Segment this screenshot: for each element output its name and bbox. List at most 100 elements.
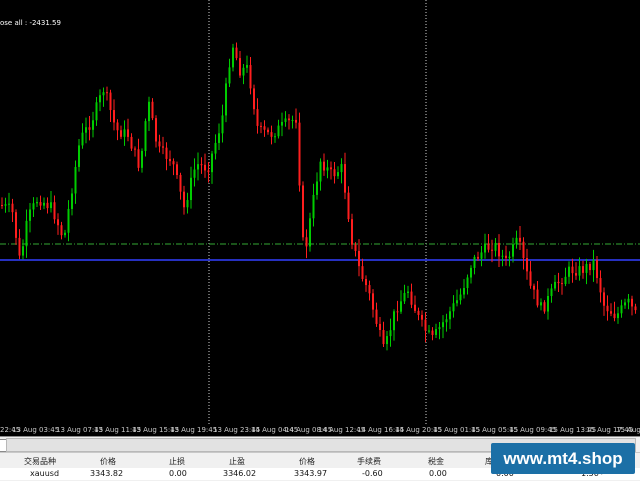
candle-body — [330, 167, 332, 170]
candle-body — [596, 260, 598, 279]
candle-body — [81, 132, 84, 146]
price-chart[interactable]: ose all : -2431.59 — [0, 0, 640, 424]
candle-body — [116, 122, 119, 131]
time-tick-label: 15 Aug 21:45 — [616, 426, 640, 434]
candle-body — [218, 133, 220, 143]
candle-body — [232, 47, 234, 68]
candle-body — [589, 263, 591, 271]
candle-body — [57, 219, 59, 226]
candle-body — [46, 202, 49, 209]
candle-body — [155, 118, 157, 142]
watermark-logo: www.mt4.shop — [491, 443, 635, 474]
candle-body — [407, 291, 409, 293]
candle-body — [326, 167, 329, 171]
candle-body — [435, 329, 437, 335]
candle-body — [319, 161, 322, 182]
candle-body — [606, 305, 609, 312]
candle-body — [585, 263, 588, 273]
candle-body — [477, 256, 479, 259]
candle-body — [8, 203, 10, 205]
candle-body — [351, 219, 353, 245]
candle-body — [393, 311, 395, 331]
candle-body — [295, 119, 297, 123]
candle-body — [64, 232, 66, 236]
candle-body — [466, 277, 469, 289]
candle-body — [127, 129, 129, 137]
candle-body — [39, 202, 42, 206]
candle-body — [627, 298, 630, 303]
col-open-price-header[interactable]: 价格 — [100, 456, 116, 467]
candle-body — [109, 92, 112, 111]
candle-body — [396, 311, 399, 313]
candle-body — [449, 311, 451, 320]
candle-body — [519, 237, 521, 242]
candle-body — [214, 142, 217, 154]
candle-body — [274, 136, 276, 138]
candle-body — [494, 242, 497, 251]
candle-body — [239, 58, 241, 76]
candle-body — [267, 129, 269, 133]
cell-stop-loss[interactable]: 0.00 — [169, 469, 187, 478]
candle-body — [95, 102, 98, 121]
candle-body — [120, 130, 122, 137]
candle-body — [403, 292, 406, 302]
candle-body — [123, 129, 126, 137]
candle-body — [253, 88, 255, 110]
candle-body — [442, 322, 444, 328]
candle-body — [561, 283, 563, 285]
candle-body — [421, 314, 423, 320]
candle-body — [165, 147, 168, 159]
col-price-header[interactable]: 价格 — [299, 456, 315, 467]
candle-body — [67, 208, 70, 233]
candle-body — [78, 145, 80, 167]
candle-body — [277, 125, 280, 137]
candle-body — [148, 101, 150, 122]
candle-body — [141, 150, 143, 168]
candle-body — [344, 164, 346, 193]
col-stop-loss-header[interactable]: 止损 — [169, 456, 185, 467]
candle-body — [522, 241, 525, 259]
candle-body — [270, 132, 273, 137]
candle-body — [183, 191, 185, 208]
candle-body — [452, 303, 455, 312]
col-take-profit-header[interactable]: 止盈 — [229, 456, 245, 467]
candle-body — [361, 266, 364, 279]
cell-take-profit[interactable]: 3346.02 — [223, 469, 256, 478]
candle-body — [557, 281, 560, 284]
candlestick-plot[interactable] — [0, 0, 640, 424]
candle-body — [414, 304, 416, 311]
candle-body — [368, 285, 371, 294]
candle-body — [207, 170, 210, 173]
cell-current-price: 3343.97 — [294, 469, 328, 478]
candle-body — [365, 278, 367, 286]
candle-body — [480, 252, 483, 259]
candle-body — [578, 266, 581, 276]
candle-body — [603, 292, 605, 306]
candle-body — [291, 119, 294, 121]
candle-body — [634, 306, 637, 311]
candle-body — [592, 260, 595, 271]
col-commission-header[interactable]: 手续费 — [357, 456, 381, 467]
col-symbol-header[interactable]: 交易品种 — [24, 456, 56, 467]
col-taxes-header[interactable]: 税金 — [428, 456, 444, 467]
candle-body — [323, 161, 325, 171]
close-all-label: ose all : -2431.59 — [0, 19, 61, 27]
candle-body — [204, 164, 206, 171]
candle-body — [456, 300, 458, 304]
candle-body — [256, 109, 259, 126]
cell-commission: -0.60 — [362, 469, 383, 478]
candle-body — [316, 181, 318, 195]
candle-body — [438, 327, 441, 330]
candle-body — [15, 212, 17, 238]
candle-body — [1, 205, 3, 206]
candle-body — [459, 294, 462, 301]
candle-body — [400, 301, 402, 312]
candle-body — [144, 121, 147, 151]
candle-body — [197, 164, 199, 170]
candle-body — [130, 136, 133, 149]
candle-body — [88, 127, 91, 130]
candle-body — [74, 166, 77, 194]
candle-body — [410, 291, 413, 305]
candle-body — [354, 244, 357, 251]
candle-body — [18, 237, 21, 256]
